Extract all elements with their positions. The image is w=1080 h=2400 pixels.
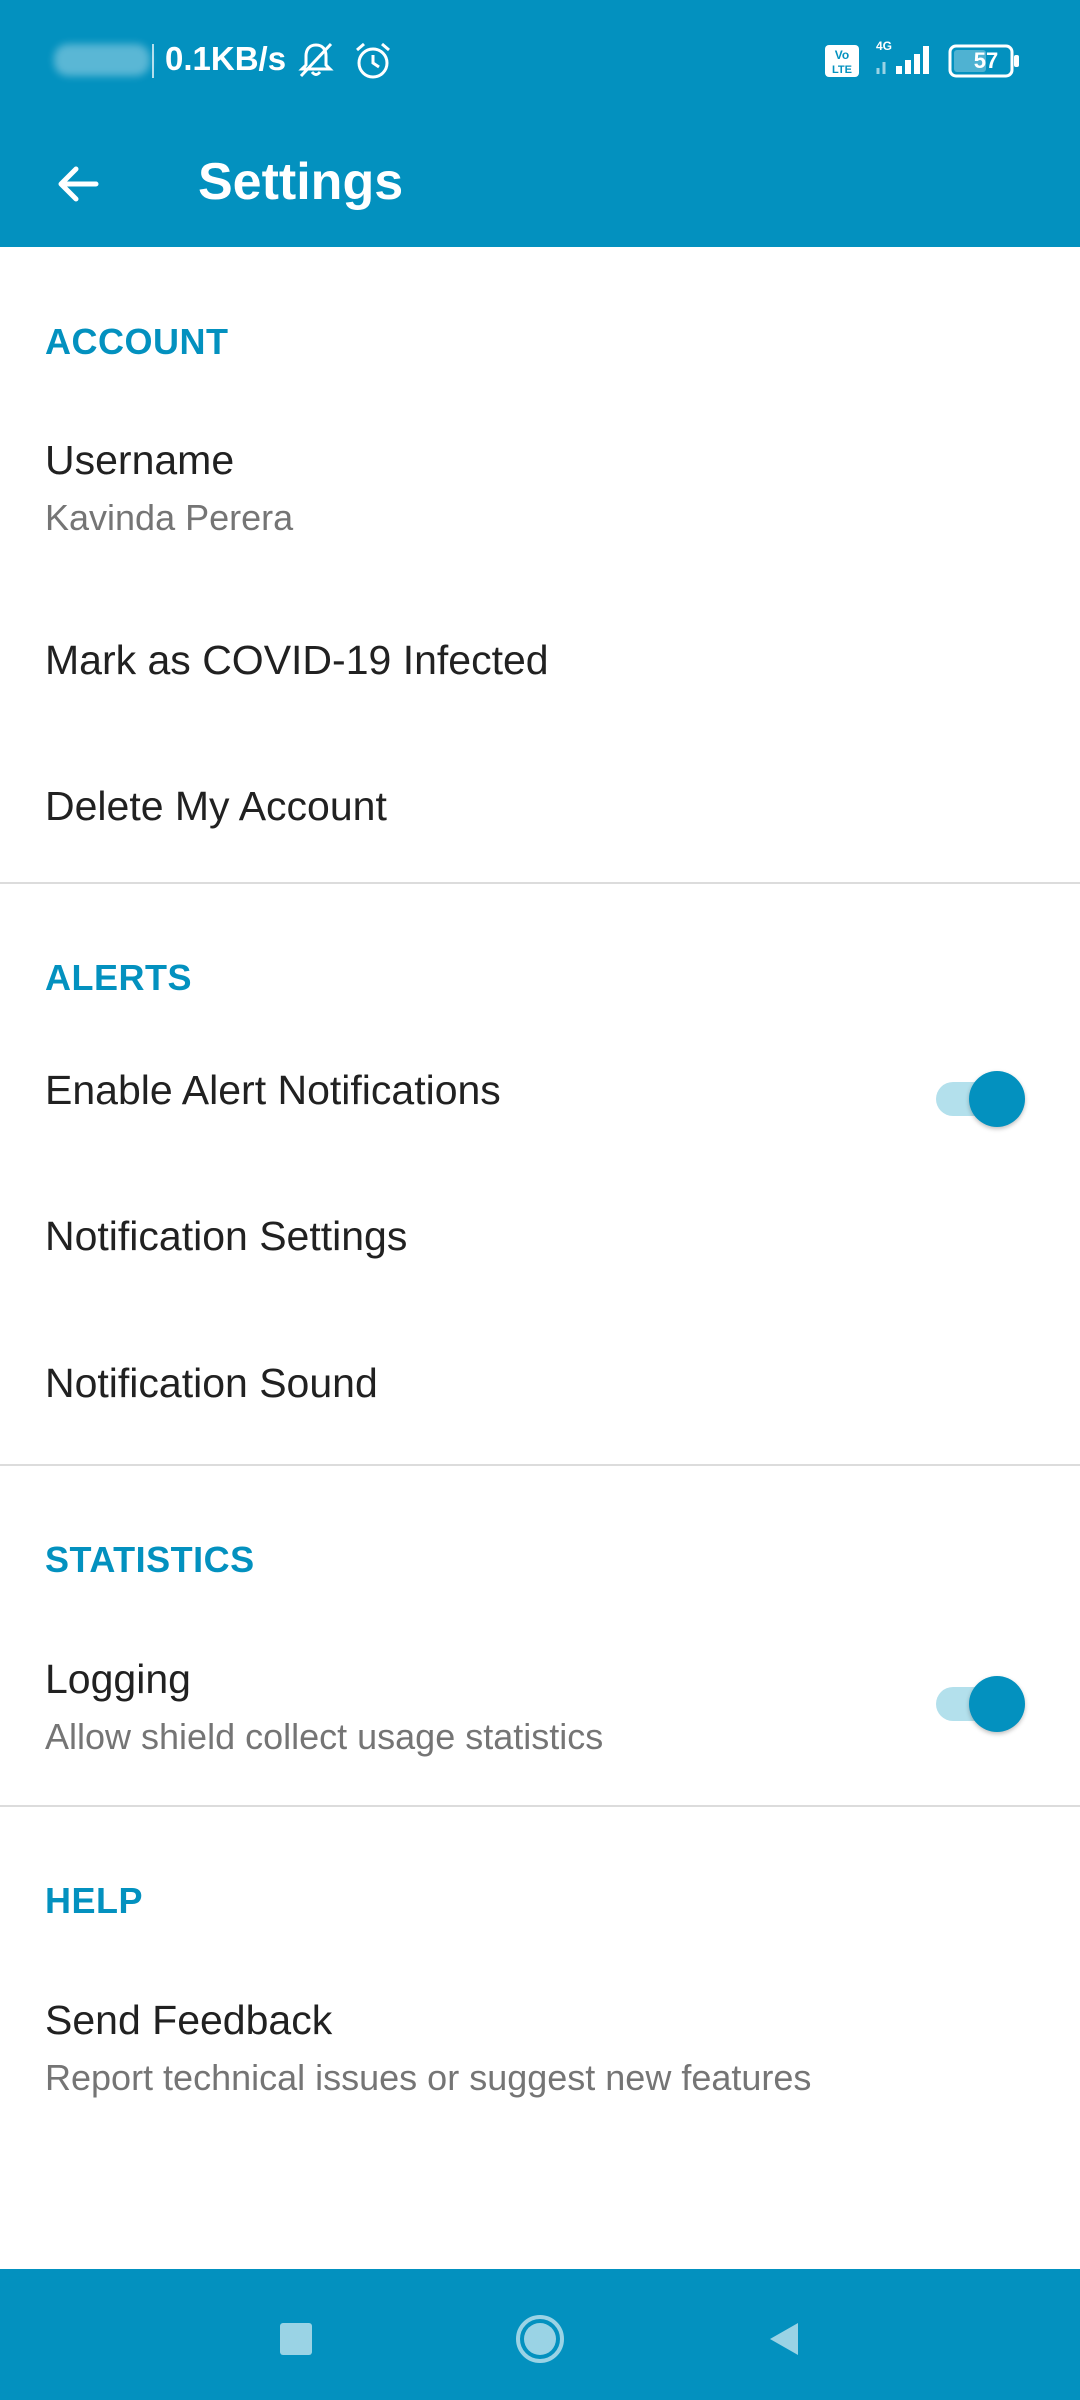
pref-notification-sound-title: Notification Sound	[45, 1360, 378, 1406]
pref-enable-alert-notifications[interactable]: Enable Alert Notifications	[0, 1037, 1080, 1157]
section-header-account: ACCOUNT	[45, 321, 229, 362]
nav-back-button[interactable]	[744, 2299, 824, 2379]
section-header-alerts: ALERTS	[45, 957, 192, 998]
pref-mark-infected[interactable]: Mark as COVID-19 Infected	[0, 607, 1080, 727]
settings-list[interactable]: ACCOUNT Username Kavinda Perera Mark as …	[0, 247, 1080, 2269]
alert-notifications-switch[interactable]	[936, 1065, 1026, 1127]
section-header-statistics: STATISTICS	[45, 1539, 255, 1580]
pref-username-title: Username	[45, 437, 235, 483]
back-button[interactable]	[40, 146, 116, 222]
status-bar: 0.1KB/s Vo LTE 4G 57	[0, 0, 1080, 120]
divider	[0, 1464, 1080, 1466]
svg-text:4G: 4G	[876, 39, 892, 53]
pref-logging-summary: Allow shield collect usage statistics	[45, 1716, 604, 1757]
switch-thumb	[969, 1071, 1025, 1127]
pref-delete-account[interactable]: Delete My Account	[0, 753, 1080, 873]
nav-home-button[interactable]	[500, 2299, 580, 2379]
pref-send-feedback[interactable]: Send Feedback Report technical issues or…	[0, 1971, 1080, 2111]
pref-username-value: Kavinda Perera	[45, 497, 294, 538]
arrow-left-icon	[58, 166, 99, 202]
app-bar: Settings	[0, 120, 1080, 247]
nav-recents-button[interactable]	[256, 2299, 336, 2379]
svg-text:Vo: Vo	[835, 48, 849, 62]
system-navigation-bar	[0, 2269, 1080, 2400]
triangle-back-icon	[770, 2323, 798, 2355]
network-speed: 0.1KB/s	[165, 40, 287, 77]
pref-logging-title: Logging	[45, 1656, 191, 1702]
divider	[0, 882, 1080, 884]
page-title: Settings	[198, 153, 404, 211]
switch-thumb	[969, 1676, 1025, 1732]
status-separator	[152, 44, 154, 78]
pref-username[interactable]: Username Kavinda Perera	[0, 417, 1080, 557]
pref-send-feedback-summary: Report technical issues or suggest new f…	[45, 2057, 812, 2098]
battery-level: 57	[973, 48, 999, 73]
pref-enable-alert-notifications-title: Enable Alert Notifications	[45, 1067, 501, 1113]
divider	[0, 1805, 1080, 1807]
section-header-help: HELP	[45, 1880, 144, 1921]
bell-off-icon	[296, 40, 336, 85]
volte-icon: Vo LTE	[824, 44, 860, 83]
signal-icon: 4G	[870, 38, 940, 83]
svg-text:LTE: LTE	[832, 64, 852, 76]
status-time-blurred	[54, 44, 150, 76]
pref-notification-sound[interactable]: Notification Sound	[0, 1330, 1080, 1450]
pref-delete-account-title: Delete My Account	[45, 783, 387, 829]
pref-logging[interactable]: Logging Allow shield collect usage stati…	[0, 1630, 1080, 1770]
pref-mark-infected-title: Mark as COVID-19 Infected	[45, 637, 549, 683]
pref-send-feedback-title: Send Feedback	[45, 1997, 333, 2043]
circle-icon	[516, 2315, 564, 2363]
pref-notification-settings[interactable]: Notification Settings	[0, 1183, 1080, 1303]
square-icon	[280, 2323, 312, 2355]
pref-notification-settings-title: Notification Settings	[45, 1213, 408, 1259]
alarm-clock-icon	[352, 40, 394, 87]
logging-switch[interactable]	[936, 1670, 1026, 1732]
